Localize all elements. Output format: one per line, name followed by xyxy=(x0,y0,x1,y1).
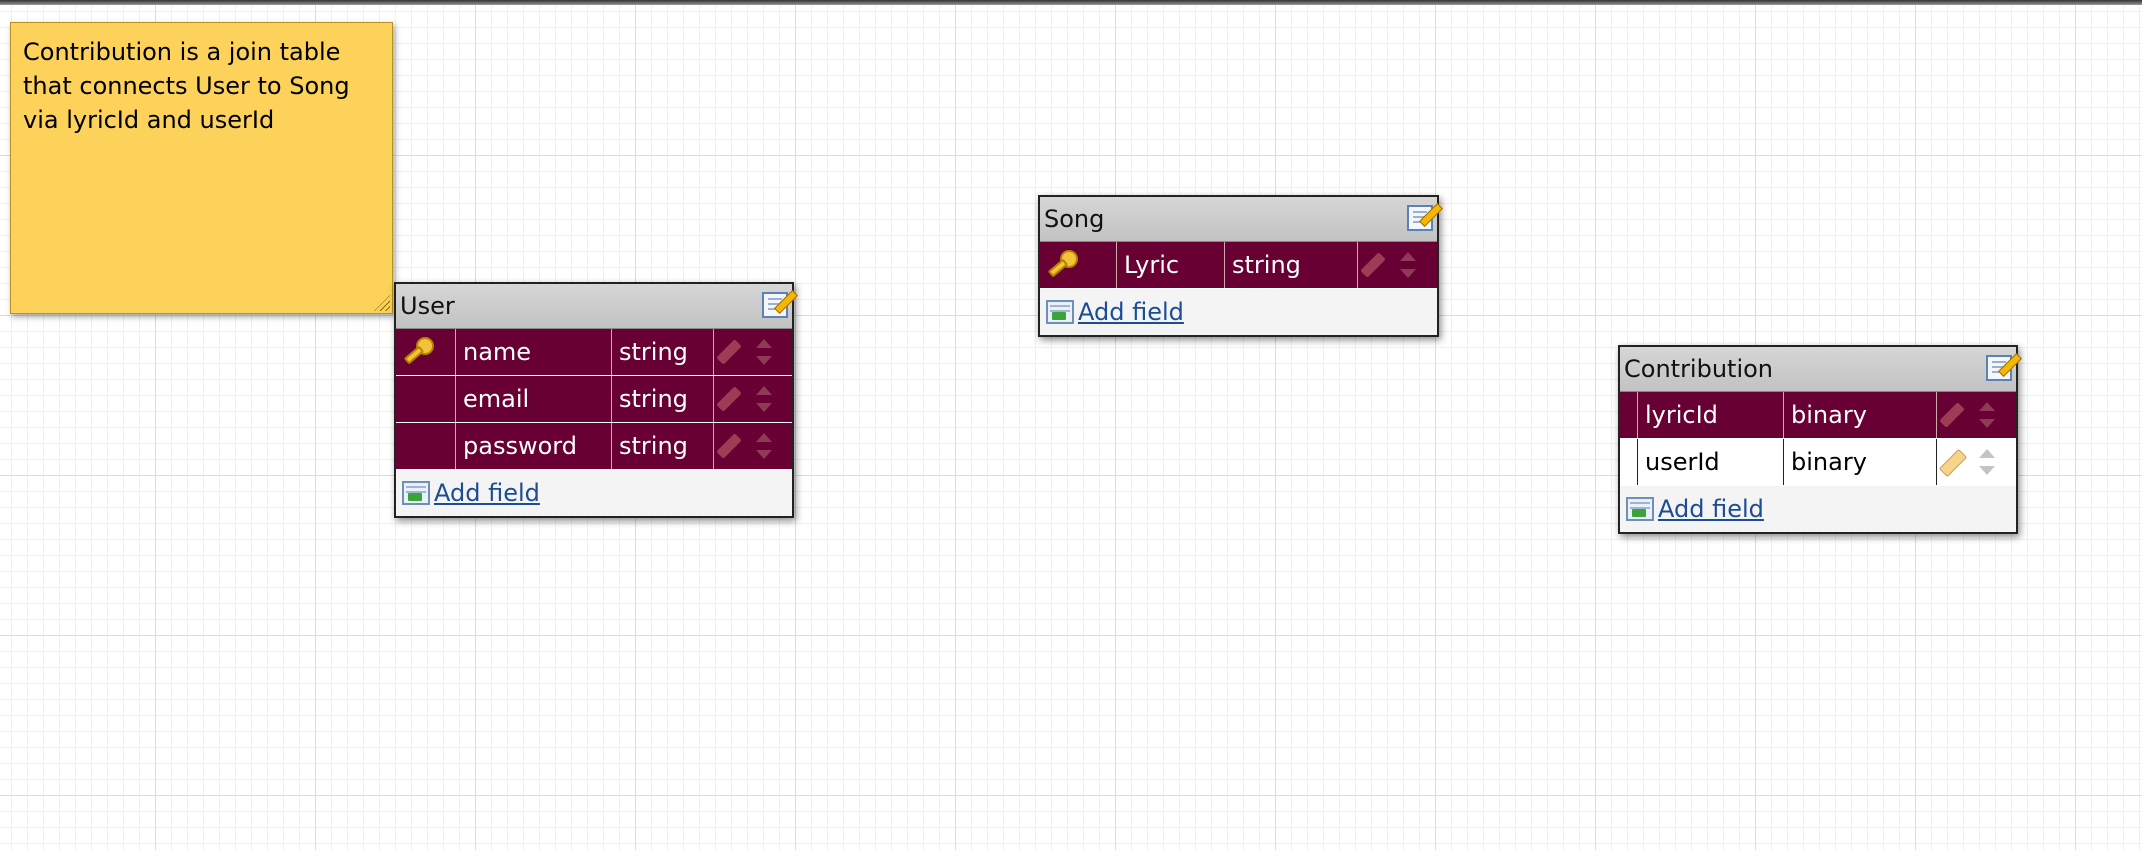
reorder-arrows-icon[interactable] xyxy=(756,339,772,365)
top-border xyxy=(0,0,2142,5)
pencil-icon[interactable] xyxy=(1938,448,1968,478)
field-type[interactable]: string xyxy=(612,329,714,375)
add-field-link[interactable]: Add field xyxy=(1078,298,1184,326)
field-name[interactable]: Lyric xyxy=(1117,242,1225,288)
reorder-arrows-icon[interactable] xyxy=(756,433,772,459)
table-title: User xyxy=(400,292,455,320)
primary-key-cell[interactable] xyxy=(396,329,456,375)
field-actions xyxy=(1358,242,1437,288)
table-title: Song xyxy=(1044,205,1105,233)
field-name[interactable]: userId xyxy=(1638,439,1784,485)
add-field-icon[interactable] xyxy=(402,481,430,505)
key-icon xyxy=(1046,247,1082,283)
field-type[interactable]: string xyxy=(612,423,714,469)
resize-handle[interactable] xyxy=(374,295,390,311)
primary-key-cell[interactable] xyxy=(1620,392,1638,438)
field-row[interactable]: email string xyxy=(396,376,792,423)
pencil-icon[interactable] xyxy=(716,339,742,365)
field-row[interactable]: Lyric string xyxy=(1040,242,1437,289)
field-type[interactable]: binary xyxy=(1784,392,1937,438)
add-field-icon[interactable] xyxy=(1626,497,1654,521)
field-row[interactable]: password string xyxy=(396,423,792,470)
primary-key-cell[interactable] xyxy=(1040,242,1117,288)
field-name[interactable]: name xyxy=(456,329,612,375)
pencil-icon[interactable] xyxy=(716,433,742,459)
reorder-arrows-icon[interactable] xyxy=(756,386,772,412)
edit-table-icon[interactable] xyxy=(1407,205,1433,231)
table-contribution[interactable]: Contribution lyricId binary userId binar… xyxy=(1618,345,2018,534)
table-header[interactable]: Song xyxy=(1040,197,1437,242)
field-row[interactable]: name string xyxy=(396,329,792,376)
sticky-note[interactable]: Contribution is a join table that connec… xyxy=(10,22,393,314)
pencil-icon[interactable] xyxy=(1939,402,1965,428)
field-type[interactable]: string xyxy=(612,376,714,422)
add-field-icon[interactable] xyxy=(1046,300,1074,324)
primary-key-cell[interactable] xyxy=(1620,439,1638,485)
add-field-row: Add field xyxy=(396,470,792,516)
edit-table-icon[interactable] xyxy=(1986,355,2012,381)
field-type[interactable]: string xyxy=(1225,242,1358,288)
reorder-arrows-icon[interactable] xyxy=(1400,252,1416,278)
field-actions xyxy=(1937,439,2016,485)
field-name[interactable]: password xyxy=(456,423,612,469)
add-field-link[interactable]: Add field xyxy=(434,479,540,507)
table-header[interactable]: User xyxy=(396,284,792,329)
field-actions xyxy=(714,376,792,422)
add-field-row: Add field xyxy=(1040,289,1437,335)
field-type[interactable]: binary xyxy=(1784,439,1937,485)
field-row[interactable]: lyricId binary xyxy=(1620,392,2016,439)
table-user[interactable]: User name string email string password s… xyxy=(394,282,794,518)
primary-key-cell[interactable] xyxy=(396,376,456,422)
field-row[interactable]: userId binary xyxy=(1620,439,2016,486)
pencil-icon[interactable] xyxy=(716,386,742,412)
field-actions xyxy=(1937,392,2016,438)
pencil-icon[interactable] xyxy=(1360,252,1386,278)
add-field-link[interactable]: Add field xyxy=(1658,495,1764,523)
table-header[interactable]: Contribution xyxy=(1620,347,2016,392)
add-field-row: Add field xyxy=(1620,486,2016,532)
primary-key-cell[interactable] xyxy=(396,423,456,469)
note-text: Contribution is a join table that connec… xyxy=(23,38,350,134)
edit-table-icon[interactable] xyxy=(762,292,788,318)
reorder-arrows-icon[interactable] xyxy=(1979,402,1995,428)
field-actions xyxy=(714,329,792,375)
table-title: Contribution xyxy=(1624,355,1774,383)
field-name[interactable]: lyricId xyxy=(1638,392,1784,438)
table-song[interactable]: Song Lyric string Add field xyxy=(1038,195,1439,337)
field-name[interactable]: email xyxy=(456,376,612,422)
reorder-arrows-icon[interactable] xyxy=(1979,449,1995,475)
field-actions xyxy=(714,423,792,469)
key-icon xyxy=(402,334,438,370)
